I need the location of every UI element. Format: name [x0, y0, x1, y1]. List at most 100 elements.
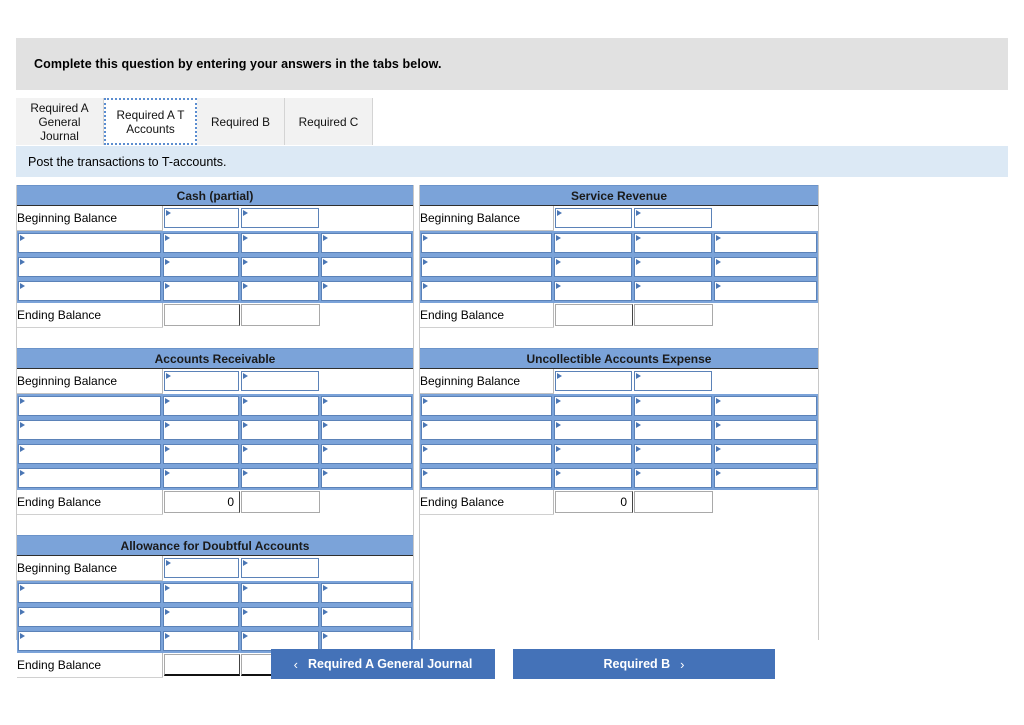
debit-input[interactable] — [554, 232, 632, 253]
beginning-balance-label: Beginning Balance — [17, 555, 163, 581]
ending-balance-debit[interactable] — [163, 304, 240, 327]
debit-input[interactable] — [163, 558, 239, 579]
extra-input[interactable] — [321, 468, 412, 488]
extra-input[interactable] — [321, 420, 412, 440]
ref-input[interactable] — [421, 233, 552, 253]
ending-balance-credit[interactable] — [241, 491, 320, 514]
credit-input[interactable] — [634, 468, 712, 488]
transaction-row — [17, 393, 413, 418]
credit-input[interactable] — [241, 208, 319, 229]
extra-input[interactable] — [714, 281, 817, 301]
ref-input[interactable] — [18, 233, 161, 253]
credit-input[interactable] — [241, 257, 319, 277]
ref-input[interactable] — [18, 444, 161, 464]
debit-input[interactable] — [163, 582, 239, 603]
cell-empty — [320, 490, 413, 515]
cell — [713, 279, 818, 303]
debit-input[interactable] — [554, 395, 632, 416]
ref-input[interactable] — [18, 420, 161, 440]
debit-input[interactable] — [163, 395, 239, 416]
debit-input[interactable] — [554, 420, 632, 440]
credit-input[interactable] — [241, 395, 319, 416]
ending-balance-credit[interactable] — [241, 304, 320, 327]
credit-input[interactable] — [634, 444, 712, 464]
transaction-row — [17, 442, 413, 466]
extra-input[interactable] — [714, 468, 817, 488]
ref-input[interactable] — [18, 281, 161, 301]
credit-input[interactable] — [241, 371, 319, 392]
credit-input[interactable] — [634, 371, 712, 392]
prev-required-a-general-journal-button[interactable]: ‹ Required A General Journal — [271, 649, 495, 679]
credit-input[interactable] — [241, 444, 319, 464]
ref-input[interactable] — [421, 257, 552, 277]
debit-input[interactable] — [163, 420, 239, 440]
ref-input[interactable] — [421, 468, 552, 488]
debit-input[interactable] — [163, 257, 239, 277]
cell — [17, 442, 162, 466]
ending-balance-debit[interactable]: 0 — [554, 491, 633, 514]
debit-input[interactable] — [163, 281, 239, 301]
extra-input[interactable] — [321, 582, 412, 603]
debit-input[interactable] — [163, 208, 239, 229]
ending-balance-debit[interactable] — [554, 304, 633, 327]
debit-input[interactable] — [554, 257, 632, 277]
extra-input[interactable] — [321, 607, 412, 627]
debit-input[interactable] — [554, 208, 632, 229]
extra-input[interactable] — [714, 257, 817, 277]
ref-input[interactable] — [421, 420, 552, 440]
ref-input[interactable] — [421, 444, 552, 464]
debit-input[interactable] — [163, 232, 239, 253]
tab-required-a-t-accounts[interactable]: Required A T Accounts — [104, 98, 197, 145]
cell — [240, 205, 320, 231]
tab-required-c[interactable]: Required C — [285, 98, 373, 145]
tab-label: Required A T Accounts — [116, 107, 185, 136]
credit-input[interactable] — [241, 558, 319, 579]
extra-input[interactable] — [714, 395, 817, 416]
credit-input[interactable] — [241, 582, 319, 603]
debit-input[interactable] — [163, 607, 239, 627]
debit-input[interactable] — [163, 468, 239, 488]
next-required-b-button[interactable]: Required B › — [513, 649, 775, 679]
extra-input[interactable] — [714, 232, 817, 253]
extra-input[interactable] — [321, 444, 412, 464]
credit-input[interactable] — [241, 468, 319, 488]
next-button-label: Required B — [603, 657, 671, 671]
credit-input[interactable] — [241, 232, 319, 253]
ref-input[interactable] — [18, 396, 161, 416]
credit-input[interactable] — [241, 607, 319, 627]
ref-input[interactable] — [18, 583, 161, 603]
ref-input[interactable] — [18, 607, 161, 627]
credit-input[interactable] — [634, 208, 712, 229]
credit-input[interactable] — [634, 281, 712, 301]
tab-required-b[interactable]: Required B — [197, 98, 285, 145]
extra-input[interactable] — [321, 232, 412, 253]
debit-input[interactable] — [554, 281, 632, 301]
credit-input[interactable] — [634, 257, 712, 277]
extra-input[interactable] — [321, 257, 412, 277]
cell — [240, 605, 320, 629]
tab-required-a-general-journal[interactable]: Required A General Journal — [16, 98, 104, 145]
credit-input[interactable] — [634, 232, 712, 253]
credit-input[interactable] — [241, 420, 319, 440]
extra-input[interactable] — [714, 444, 817, 464]
debit-input[interactable] — [554, 444, 632, 464]
debit-input[interactable] — [554, 371, 632, 392]
extra-input[interactable] — [321, 281, 412, 301]
account-header-uncollectible_expense: Uncollectible Accounts Expense — [420, 348, 818, 369]
credit-input[interactable] — [241, 281, 319, 301]
extra-input[interactable] — [321, 395, 412, 416]
credit-input[interactable] — [634, 395, 712, 416]
ref-input[interactable] — [18, 468, 161, 488]
ending-balance-debit[interactable]: 0 — [163, 491, 240, 514]
cell-empty — [320, 555, 413, 581]
credit-input[interactable] — [634, 420, 712, 440]
ref-input[interactable] — [18, 257, 161, 277]
ending-balance-credit[interactable] — [634, 491, 713, 514]
ref-input[interactable] — [421, 396, 552, 416]
debit-input[interactable] — [163, 371, 239, 392]
debit-input[interactable] — [554, 468, 632, 488]
ending-balance-credit[interactable] — [634, 304, 713, 327]
debit-input[interactable] — [163, 444, 239, 464]
ref-input[interactable] — [421, 281, 552, 301]
extra-input[interactable] — [714, 420, 817, 440]
